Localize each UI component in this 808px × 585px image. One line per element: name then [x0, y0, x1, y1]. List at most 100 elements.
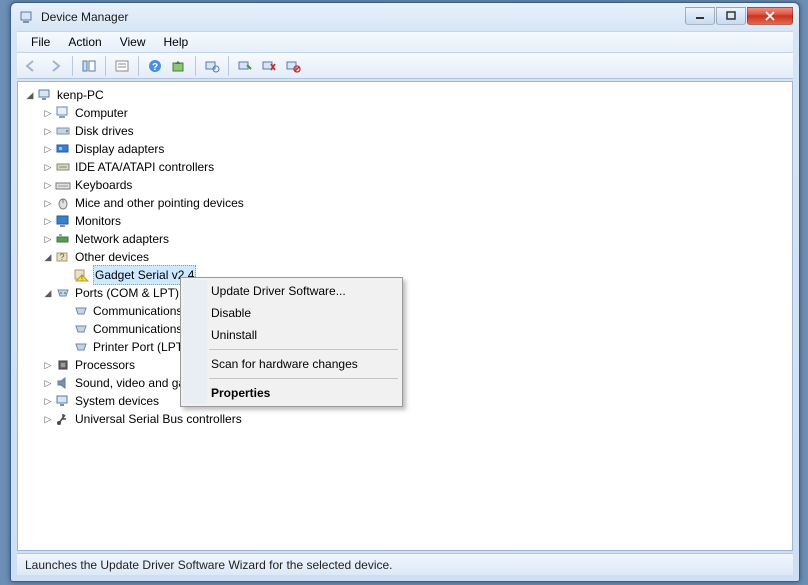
monitor-icon — [55, 213, 71, 229]
collapse-icon[interactable]: ◢ — [42, 251, 54, 263]
menu-view[interactable]: View — [112, 33, 154, 51]
port-icon — [73, 321, 89, 337]
tree-label: System devices — [75, 392, 159, 410]
tree-device-com2[interactable]: Communications Port (COM2) — [20, 320, 790, 338]
ctx-separator — [209, 349, 398, 350]
minimize-button[interactable] — [685, 7, 715, 25]
tree-category-keyboards[interactable]: ▷ Keyboards — [20, 176, 790, 194]
collapse-icon[interactable]: ◢ — [42, 287, 54, 299]
sound-icon — [55, 375, 71, 391]
usb-icon — [55, 411, 71, 427]
expand-icon[interactable]: ▷ — [42, 197, 54, 209]
ctx-update-driver[interactable]: Update Driver Software... — [183, 280, 400, 302]
properties-button[interactable] — [111, 55, 133, 77]
tree-label: kenp-PC — [57, 86, 104, 104]
context-menu: Update Driver Software... Disable Uninst… — [180, 277, 403, 407]
ctx-uninstall[interactable]: Uninstall — [183, 324, 400, 346]
ctx-scan-hardware[interactable]: Scan for hardware changes — [183, 353, 400, 375]
warning-device-icon: ! — [73, 267, 89, 283]
ctx-properties[interactable]: Properties — [183, 382, 400, 404]
svg-text:?: ? — [152, 62, 158, 73]
tree-category-other[interactable]: ◢ ? Other devices — [20, 248, 790, 266]
tree-category-display[interactable]: ▷ Display adapters — [20, 140, 790, 158]
tree-category-disk[interactable]: ▷ Disk drives — [20, 122, 790, 140]
tree-label: Mice and other pointing devices — [75, 194, 244, 212]
device-manager-window: Device Manager File Action View Help ? — [10, 2, 800, 582]
tree-label: IDE ATA/ATAPI controllers — [75, 158, 214, 176]
display-adapter-icon — [55, 141, 71, 157]
computer-icon — [37, 87, 53, 103]
uninstall-button[interactable] — [258, 55, 280, 77]
expand-icon[interactable]: ▷ — [42, 413, 54, 425]
ports-icon — [55, 285, 71, 301]
tree-device-lpt[interactable]: Printer Port (LPT1) — [20, 338, 790, 356]
tree-category-processors[interactable]: ▷ Processors — [20, 356, 790, 374]
tree-category-network[interactable]: ▷ Network adapters — [20, 230, 790, 248]
close-button[interactable] — [747, 7, 793, 25]
tree-category-ide[interactable]: ▷ IDE ATA/ATAPI controllers — [20, 158, 790, 176]
disable-button[interactable] — [282, 55, 304, 77]
expand-icon[interactable]: ▷ — [42, 143, 54, 155]
statusbar: Launches the Update Driver Software Wiza… — [17, 553, 793, 575]
menu-file[interactable]: File — [23, 33, 58, 51]
svg-text:!: ! — [81, 276, 83, 283]
scan-hardware-button[interactable] — [201, 55, 223, 77]
tree-label: Universal Serial Bus controllers — [75, 410, 242, 428]
window-controls — [685, 7, 793, 25]
tree-label: Display adapters — [75, 140, 164, 158]
collapse-icon[interactable]: ◢ — [24, 89, 36, 101]
tree-category-computer[interactable]: ▷ Computer — [20, 104, 790, 122]
expand-icon[interactable]: ▷ — [42, 359, 54, 371]
other-devices-icon: ? — [55, 249, 71, 265]
svg-text:?: ? — [59, 252, 64, 262]
mouse-icon — [55, 195, 71, 211]
tree-category-usb[interactable]: ▷ Universal Serial Bus controllers — [20, 410, 790, 428]
tree-label: Network adapters — [75, 230, 169, 248]
expand-icon[interactable]: ▷ — [42, 377, 54, 389]
port-icon — [73, 303, 89, 319]
tree-label: Other devices — [75, 248, 149, 266]
menubar: File Action View Help — [17, 31, 793, 52]
expand-icon[interactable]: ▷ — [42, 233, 54, 245]
ctx-disable[interactable]: Disable — [183, 302, 400, 324]
status-text: Launches the Update Driver Software Wiza… — [25, 558, 393, 572]
maximize-button[interactable] — [716, 7, 746, 25]
titlebar[interactable]: Device Manager — [11, 3, 799, 31]
help-button[interactable]: ? — [144, 55, 166, 77]
back-button[interactable] — [21, 55, 43, 77]
tree-category-monitors[interactable]: ▷ Monitors — [20, 212, 790, 230]
menu-help[interactable]: Help — [156, 33, 197, 51]
toolbar: ? — [17, 52, 793, 79]
tree-label: Ports (COM & LPT) — [75, 284, 179, 302]
forward-button[interactable] — [45, 55, 67, 77]
disk-icon — [55, 123, 71, 139]
tree-category-system[interactable]: ▷ System devices — [20, 392, 790, 410]
expand-icon[interactable]: ▷ — [42, 107, 54, 119]
pc-icon — [55, 105, 71, 121]
ide-icon — [55, 159, 71, 175]
window-title: Device Manager — [41, 10, 128, 24]
tree-category-sound[interactable]: ▷ Sound, video and game controllers — [20, 374, 790, 392]
show-hide-tree-button[interactable] — [78, 55, 100, 77]
menu-action[interactable]: Action — [60, 33, 109, 51]
tree-label: Monitors — [75, 212, 121, 230]
device-tree[interactable]: ◢ kenp-PC ▷ Computer ▷ Disk drives ▷ Dis… — [18, 82, 792, 550]
enable-button[interactable] — [234, 55, 256, 77]
keyboard-icon — [55, 177, 71, 193]
expand-icon[interactable]: ▷ — [42, 215, 54, 227]
tree-device-com1[interactable]: Communications Port (COM1) — [20, 302, 790, 320]
tree-label: Keyboards — [75, 176, 132, 194]
expand-icon[interactable]: ▷ — [42, 161, 54, 173]
tree-device-gadget-serial[interactable]: ! Gadget Serial v2.4 — [20, 266, 790, 284]
ctx-separator — [209, 378, 398, 379]
expand-icon[interactable]: ▷ — [42, 395, 54, 407]
expand-icon[interactable]: ▷ — [42, 125, 54, 137]
tree-category-ports[interactable]: ◢ Ports (COM & LPT) — [20, 284, 790, 302]
tree-category-mice[interactable]: ▷ Mice and other pointing devices — [20, 194, 790, 212]
network-icon — [55, 231, 71, 247]
tree-label: Computer — [75, 104, 128, 122]
tree-root[interactable]: ◢ kenp-PC — [20, 86, 790, 104]
expand-icon[interactable]: ▷ — [42, 179, 54, 191]
update-driver-button[interactable] — [168, 55, 190, 77]
port-icon — [73, 339, 89, 355]
